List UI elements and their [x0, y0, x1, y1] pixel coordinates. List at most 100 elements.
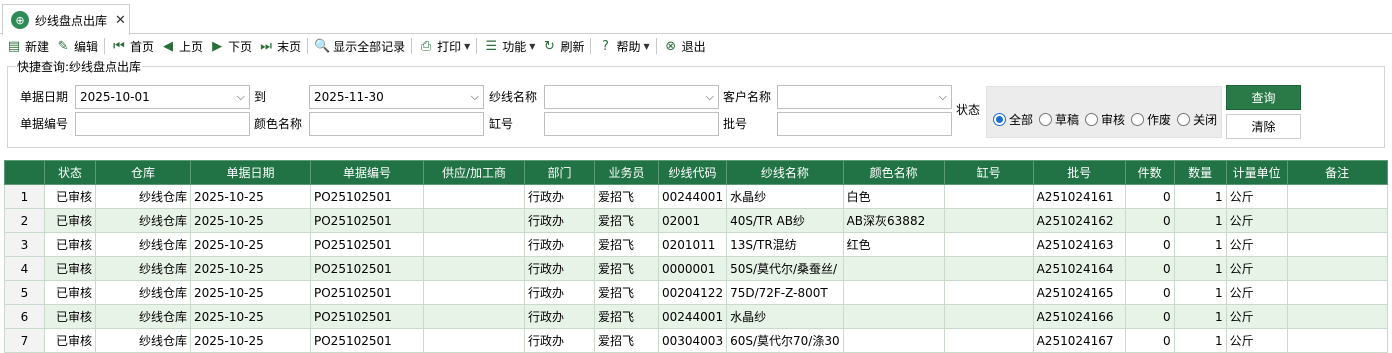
column-header[interactable]: 部门	[524, 160, 595, 185]
table-cell[interactable]: PO25102501	[310, 256, 424, 281]
table-cell[interactable]	[423, 256, 525, 281]
tab-yarn-inventory-out[interactable]: ⊕ 纱线盘点出库 ✕	[2, 4, 130, 35]
table-cell[interactable]	[943, 328, 1034, 353]
table-cell[interactable]: 0	[1124, 208, 1175, 233]
column-header[interactable]: 件数	[1124, 160, 1175, 185]
close-icon[interactable]: ✕	[115, 13, 126, 28]
table-cell[interactable]: 1	[1173, 184, 1227, 209]
column-header[interactable]: 仓库	[95, 160, 191, 185]
table-cell[interactable]: A251024164	[1032, 256, 1126, 281]
radio-button-icon[interactable]	[1177, 113, 1191, 126]
table-cell[interactable]: 纱线仓库	[95, 280, 191, 305]
table-cell[interactable]: 纱线仓库	[95, 304, 191, 329]
column-header[interactable]: 单据日期	[190, 160, 311, 185]
column-header[interactable]: 纱线名称	[726, 160, 844, 185]
table-cell[interactable]	[842, 304, 945, 329]
table-cell[interactable]	[943, 232, 1034, 257]
table-cell[interactable]: 2025-10-25	[190, 280, 311, 305]
table-cell[interactable]: 公斤	[1225, 304, 1288, 329]
table-cell[interactable]: 2025-10-25	[190, 256, 311, 281]
table-cell[interactable]: 纱线仓库	[95, 232, 191, 257]
radio-button-icon[interactable]	[993, 113, 1006, 126]
table-cell[interactable]: 2025-10-25	[190, 208, 311, 233]
func-button[interactable]: ☰ 功能 ▼	[480, 36, 538, 56]
chevron-down-icon[interactable]: ⌵	[706, 86, 714, 108]
table-cell[interactable]: 纱线仓库	[95, 184, 191, 209]
table-cell[interactable]: 02001	[657, 208, 728, 233]
table-cell[interactable]: 爱招飞	[594, 232, 659, 257]
table-cell[interactable]: 2025-10-25	[190, 184, 311, 209]
table-cell[interactable]: PO25102501	[310, 208, 424, 233]
table-cell[interactable]: 00244001	[657, 304, 728, 329]
column-header[interactable]: 缸号	[943, 160, 1034, 185]
table-cell[interactable]	[842, 280, 945, 305]
table-cell[interactable]: 2025-10-25	[190, 328, 311, 353]
prev-button[interactable]: ◀ 上页	[157, 36, 206, 56]
table-cell[interactable]	[1286, 256, 1388, 281]
column-header[interactable]: 纱线代码	[657, 160, 728, 185]
table-cell[interactable]: 0	[1124, 280, 1175, 305]
row-number-cell[interactable]: 2	[4, 208, 45, 233]
status-radio-option[interactable]: 关闭	[1177, 111, 1217, 128]
date-from-picker[interactable]: 2025-10-01 ⌵	[75, 85, 250, 109]
table-cell[interactable]: 已审核	[44, 208, 96, 233]
row-number-cell[interactable]: 5	[4, 280, 45, 305]
table-cell[interactable]: 1	[1173, 232, 1227, 257]
status-radio-option[interactable]: 审核	[1085, 111, 1125, 128]
table-cell[interactable]: 公斤	[1225, 328, 1288, 353]
table-cell[interactable]: A251024161	[1032, 184, 1126, 209]
column-header[interactable]: 单据编号	[310, 160, 424, 185]
exit-button[interactable]: ⊗ 退出	[660, 36, 709, 56]
batch-input[interactable]	[777, 112, 952, 136]
table-cell[interactable]: 已审核	[44, 232, 96, 257]
first-button[interactable]: ⏮ 首页	[108, 36, 157, 56]
table-cell[interactable]: A251024165	[1032, 280, 1126, 305]
table-cell[interactable]: 50S/莫代尔/桑蚕丝/	[726, 256, 844, 281]
table-cell[interactable]: 爱招飞	[594, 208, 659, 233]
table-cell[interactable]: 爱招飞	[594, 328, 659, 353]
table-cell[interactable]: 00244001	[657, 184, 728, 209]
table-cell[interactable]	[423, 208, 525, 233]
column-header[interactable]: 数量	[1173, 160, 1227, 185]
table-cell[interactable]	[1286, 232, 1388, 257]
clear-button[interactable]: 清除	[1226, 114, 1301, 139]
query-button[interactable]: 查询	[1226, 85, 1301, 110]
doc-no-input[interactable]	[75, 112, 250, 136]
column-header[interactable]: 计量单位	[1225, 160, 1288, 185]
table-cell[interactable]: 60S/莫代尔70/涤30	[726, 328, 844, 353]
table-cell[interactable]: 0000001	[657, 256, 728, 281]
table-cell[interactable]: 行政办	[524, 232, 595, 257]
radio-button-icon[interactable]	[1131, 113, 1145, 126]
table-cell[interactable]: AB深灰63882	[842, 208, 945, 233]
table-cell[interactable]: PO25102501	[310, 328, 424, 353]
table-cell[interactable]: 纱线仓库	[95, 328, 191, 353]
table-cell[interactable]	[1286, 280, 1388, 305]
table-cell[interactable]: 公斤	[1225, 232, 1288, 257]
table-cell[interactable]	[943, 280, 1034, 305]
print-button[interactable]: ⎙ 打印 ▼	[415, 36, 473, 56]
status-radio-option[interactable]: 全部	[993, 111, 1033, 128]
radio-button-icon[interactable]	[1039, 113, 1053, 126]
edit-button[interactable]: ✎ 编辑	[52, 36, 101, 56]
table-cell[interactable]	[842, 328, 945, 353]
table-cell[interactable]: 爱招飞	[594, 304, 659, 329]
table-cell[interactable]: 已审核	[44, 184, 96, 209]
table-cell[interactable]	[423, 328, 525, 353]
table-cell[interactable]: A251024167	[1032, 328, 1126, 353]
chevron-down-icon[interactable]: ⌵	[939, 86, 947, 108]
table-cell[interactable]: 0	[1124, 232, 1175, 257]
table-cell[interactable]: 0	[1124, 184, 1175, 209]
table-cell[interactable]: 公斤	[1225, 256, 1288, 281]
table-cell[interactable]: PO25102501	[310, 232, 424, 257]
table-cell[interactable]: 水晶纱	[726, 184, 844, 209]
radio-button-icon[interactable]	[1085, 113, 1099, 126]
row-number-cell[interactable]: 1	[4, 184, 45, 209]
row-number-cell[interactable]: 6	[4, 304, 45, 329]
color-input[interactable]	[309, 112, 484, 136]
refresh-button[interactable]: ↻ 刷新	[538, 36, 587, 56]
table-cell[interactable]: 行政办	[524, 256, 595, 281]
yarn-name-select[interactable]: ⌵	[544, 85, 719, 109]
table-cell[interactable]: PO25102501	[310, 280, 424, 305]
table-cell[interactable]: 已审核	[44, 280, 96, 305]
date-to-picker[interactable]: 2025-11-30 ⌵	[309, 85, 484, 109]
